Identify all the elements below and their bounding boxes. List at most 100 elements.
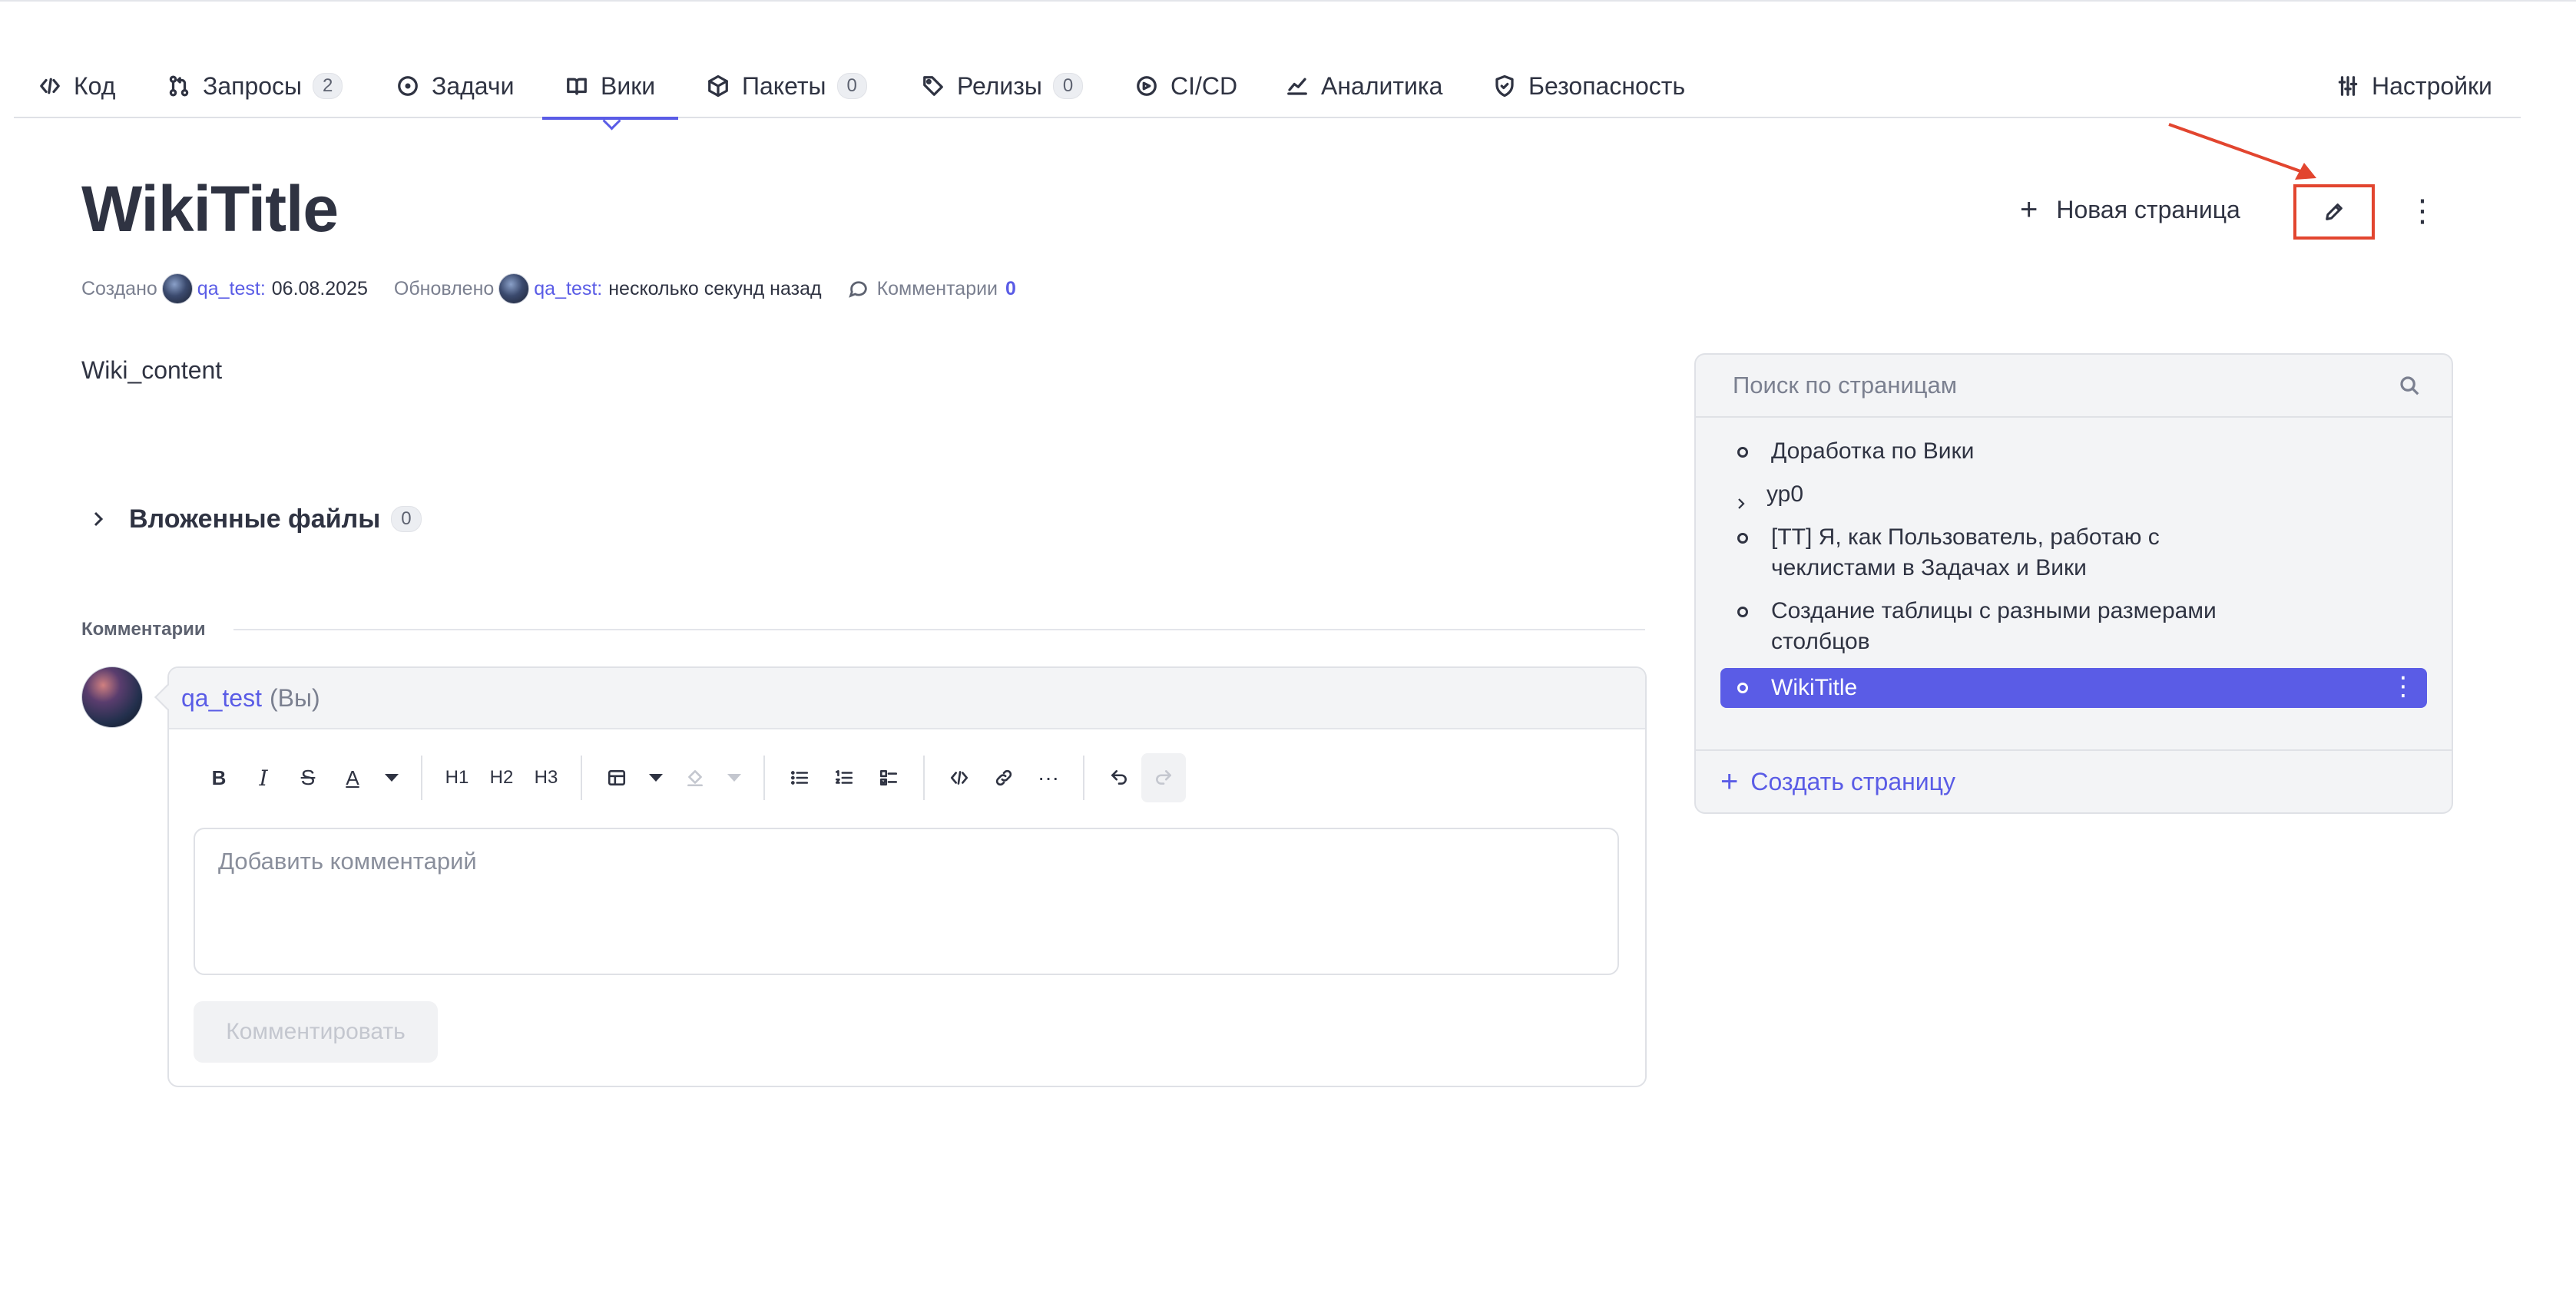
pull-request-icon [167,74,190,98]
created-date: 06.08.2025 [271,277,368,299]
issue-circle-icon [396,74,419,98]
tab-requests[interactable]: Запросы 2 [167,54,343,118]
bullet-list-icon [790,768,810,788]
italic-button[interactable]: I [241,753,286,802]
pages-search-input[interactable]: Поиск по страницам [1696,355,2452,418]
tree-item-label: Создание таблицы с разными размерами сто… [1771,598,2217,654]
tab-security[interactable]: Безопасность [1493,54,1685,118]
toolbar-separator [1083,756,1084,800]
comment-submit-button[interactable]: Комментировать [194,1001,438,1063]
cell-fill-dropdown[interactable] [717,753,751,802]
text-color-button[interactable]: A [330,753,375,802]
tree-item-page[interactable]: Создание таблицы с разными размерами сто… [1696,590,2452,663]
checklist-icon [879,768,899,788]
text-color-icon: A [346,766,359,789]
bullet-icon [1737,533,1748,544]
table-button[interactable] [594,753,639,802]
edit-page-button[interactable] [2293,184,2375,240]
attachments-toggle[interactable]: Вложенные файлы 0 [89,502,422,536]
caret-down-icon [649,774,663,782]
heading1-button[interactable]: H1 [435,753,479,802]
annotation-arrow [2168,123,2316,180]
comment-icon [848,278,869,299]
tab-code[interactable]: Код [38,54,115,118]
comment-author-suffix: (Вы) [269,683,320,712]
wiki-sidebar: Поиск по страницам Доработка по Вики ур0… [1694,353,2453,814]
tree-item-folder[interactable]: ур0 [1696,473,2452,516]
tag-icon [922,74,945,98]
bold-icon: B [211,766,227,789]
bold-button[interactable]: B [197,753,241,802]
bullet-icon [1737,447,1748,458]
book-icon [565,74,588,98]
comments-section-title: Комментарии [81,619,206,640]
tab-cicd[interactable]: CI/CD [1135,54,1237,118]
tree-item-page[interactable]: Доработка по Вики [1696,430,2452,473]
checklist-button[interactable] [866,753,911,802]
tab-label: Аналитика [1321,71,1443,100]
search-placeholder: Поиск по страницам [1733,372,1958,398]
new-page-label: Новая страница [2056,195,2240,223]
table-dropdown[interactable] [639,753,673,802]
tree-item-page-active[interactable]: WikiTitle ⋮ [1720,668,2427,708]
tab-packages[interactable]: Пакеты 0 [707,54,867,118]
tab-issues[interactable]: Задачи [396,54,514,118]
top-divider [0,0,2576,2]
code-button[interactable] [937,753,982,802]
more-formatting-button[interactable]: ··· [1026,753,1071,802]
bullet-icon [1737,683,1748,693]
package-icon [707,74,730,98]
more-options-button[interactable]: ⋮ [2407,192,2438,230]
wiki-content: Wiki_content [81,356,223,384]
create-page-button[interactable]: + Создать страницу [1696,749,2452,812]
undo-icon [1109,768,1129,788]
created-user-link[interactable]: qa_test [197,278,260,300]
ellipsis-icon: ··· [1038,766,1059,789]
redo-button[interactable] [1141,753,1186,802]
caret-down-icon [727,774,741,782]
sliders-icon [2336,74,2359,98]
caret-down-icon [385,774,399,782]
colon: : [597,277,603,299]
page-meta: Создано qa_test : 06.08.2025 Обновлено q… [81,273,1016,304]
tab-wiki[interactable]: Вики [541,54,679,120]
new-page-button[interactable]: + Новая страница [2020,190,2240,229]
comments-link[interactable]: Комментарии [877,278,998,300]
toolbar-separator [581,756,582,800]
comment-editor: qa_test (Вы) B I S A H1 H2 H3 ··· Добави… [167,666,1647,1087]
ordered-list-button[interactable] [822,753,866,802]
strikethrough-button[interactable]: S [286,753,330,802]
undo-button[interactable] [1097,753,1141,802]
bullet-list-button[interactable] [777,753,822,802]
tab-label: Настройки [2372,71,2492,100]
paint-bucket-icon [685,768,705,788]
heading2-button[interactable]: H2 [479,753,524,802]
chart-icon [1286,74,1309,98]
heading3-button[interactable]: H3 [524,753,568,802]
toolbar-separator [923,756,925,800]
chevron-right-icon[interactable] [1734,488,1748,509]
tab-settings[interactable]: Настройки [2336,54,2492,118]
toolbar-separator [421,756,422,800]
comments-count: 0 [1005,277,1016,299]
tab-releases[interactable]: Релизы 0 [922,54,1084,118]
updated-user-link[interactable]: qa_test [534,278,597,300]
tree-item-label: WikiTitle [1771,675,1858,700]
tab-label: CI/CD [1170,71,1238,100]
tab-analytics[interactable]: Аналитика [1286,54,1442,118]
text-color-dropdown[interactable] [375,753,409,802]
pencil-icon [2323,201,2345,223]
tab-label: Код [74,71,116,100]
tree-item-label: [ТТ] Я, как Пользователь, работаю с чекл… [1771,524,2160,580]
updated-label: Обновлено [393,277,495,299]
chevron-right-icon [89,510,108,528]
comment-input[interactable]: Добавить комментарий [194,828,1619,975]
heading1-icon: H1 [445,767,469,788]
bullet-icon [1737,607,1748,617]
cell-fill-button[interactable] [673,753,717,802]
kebab-icon[interactable]: ⋮ [2390,671,2416,702]
comment-author[interactable]: qa_test [181,684,262,713]
tree-item-page[interactable]: [ТТ] Я, как Пользователь, работаю с чекл… [1696,516,2452,590]
avatar [161,273,193,304]
link-button[interactable] [982,753,1026,802]
